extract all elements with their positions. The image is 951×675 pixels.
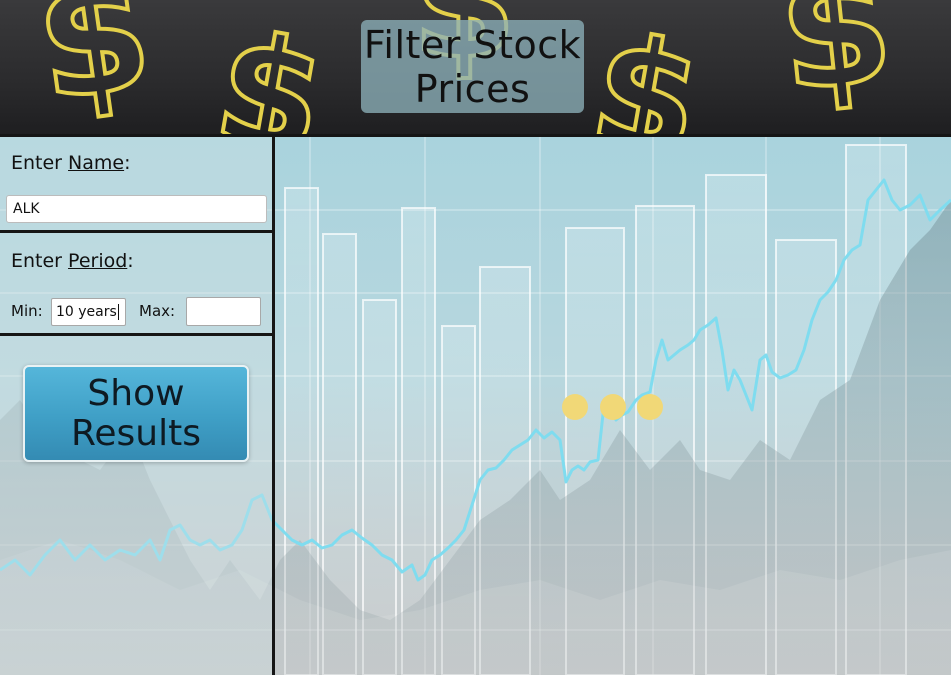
page-title-line1: Filter Stock [363, 22, 582, 67]
period-label-keyword: Period [68, 250, 128, 272]
min-period-input[interactable]: 10 years [51, 298, 126, 326]
min-label: Min: [11, 302, 43, 320]
dollar-icon: $ [578, 0, 715, 136]
name-label: Enter Name: [11, 152, 131, 174]
dollar-icon: $ [202, 0, 339, 136]
loading-dot [600, 394, 626, 420]
name-label-suffix: : [124, 152, 131, 174]
panel-divider-period [0, 333, 272, 336]
period-label: Enter Period: [11, 250, 134, 272]
header: $ $ $ $ $ Filter Stock Prices [0, 0, 951, 136]
show-results-label-line2: Results [71, 412, 201, 454]
period-label-suffix: : [127, 250, 134, 272]
dollar-icon: $ [768, 0, 902, 130]
show-results-button[interactable]: Show Results [23, 365, 249, 462]
dollar-icon: $ [23, 0, 163, 136]
page-title: Filter Stock Prices [361, 20, 584, 113]
max-label: Max: [139, 302, 176, 320]
loading-indicator [562, 394, 664, 420]
page-title-line2: Prices [414, 66, 531, 111]
period-label-prefix: Enter [11, 250, 69, 272]
name-label-keyword: Name [68, 152, 125, 174]
loading-dot [637, 394, 663, 420]
loading-dot [562, 394, 588, 420]
panel-divider-vertical [272, 137, 275, 675]
name-label-prefix: Enter [11, 152, 69, 174]
panel-divider-name [0, 230, 272, 233]
text-cursor [117, 304, 119, 320]
min-period-value: 10 years [56, 304, 117, 320]
show-results-label-line1: Show [87, 372, 185, 414]
max-period-input[interactable] [186, 297, 261, 326]
name-input[interactable]: ALK [6, 195, 267, 223]
